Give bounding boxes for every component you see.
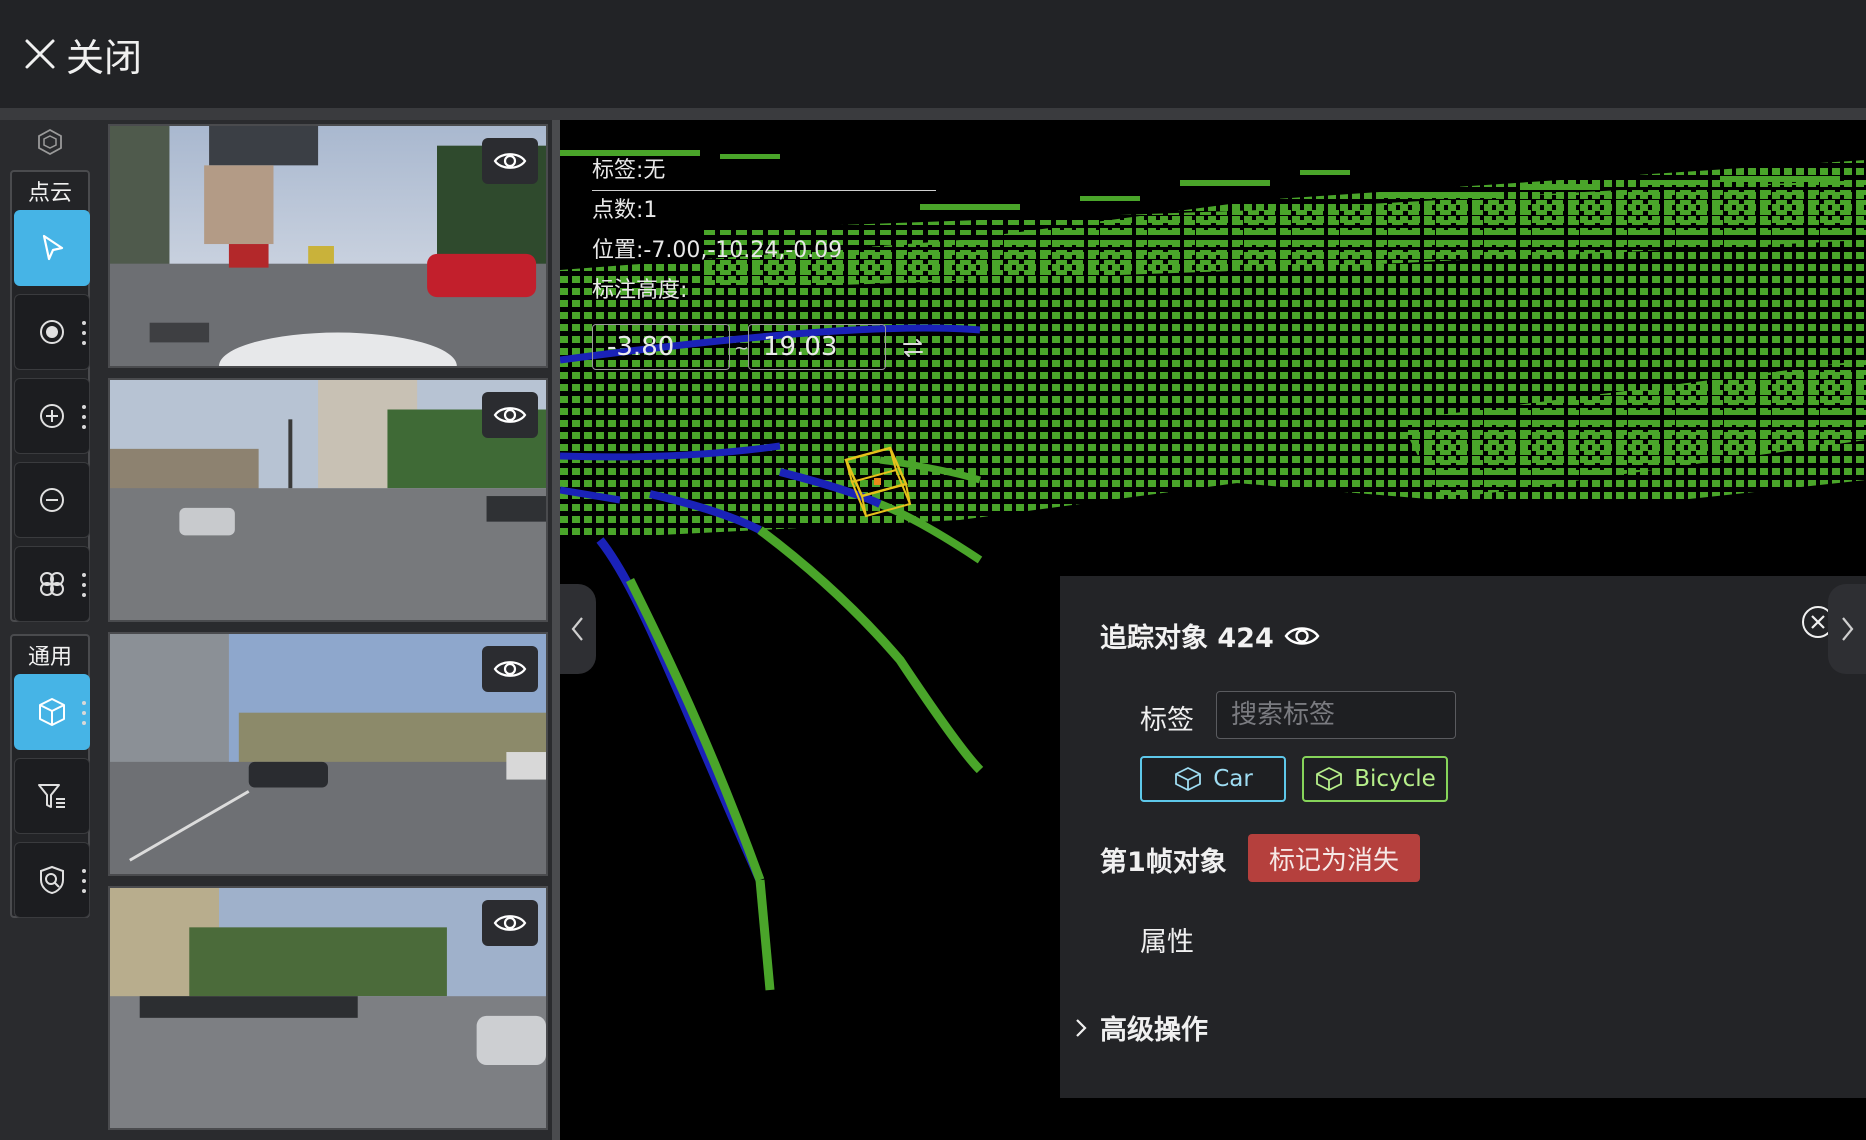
advanced-operations-toggle[interactable]: 高级操作 <box>1072 1008 1208 1047</box>
height-max-input[interactable] <box>748 324 886 370</box>
collapse-camera-panel-button[interactable] <box>560 584 596 674</box>
top-bar: 关闭 <box>0 0 1866 108</box>
tag-car-button[interactable]: Car <box>1140 756 1286 802</box>
camera-view-2[interactable] <box>108 378 548 622</box>
security-tool-button[interactable] <box>14 842 90 918</box>
more-options-icon[interactable] <box>82 701 86 725</box>
tag-info-label: 标签: <box>592 158 644 183</box>
tag-car-label: Car <box>1213 766 1253 792</box>
close-icon <box>25 39 55 69</box>
cube-logo-icon <box>38 128 62 156</box>
more-options-icon[interactable] <box>82 869 86 893</box>
position-info-label: 位置: <box>592 238 644 263</box>
tag-info-value: 无 <box>643 158 666 183</box>
pointcloud-group-title: 点云 <box>27 181 72 206</box>
eye-icon <box>493 661 527 677</box>
camera-image-parked-cars <box>110 888 546 1128</box>
general-group-title: 通用 <box>27 645 72 670</box>
points-info-value: 1 <box>643 198 658 223</box>
target-point-icon <box>40 320 64 344</box>
plus-circle-icon <box>40 404 64 428</box>
more-options-icon[interactable] <box>82 405 86 429</box>
points-info: 点数:1 <box>592 192 657 224</box>
tracking-object-panel: 追踪对象 424 标签 Car Bicycle 第1帧对象 标记为消失 属性 高… <box>1060 576 1866 1098</box>
left-toolbar: 点云 通用 <box>0 120 100 1140</box>
eye-icon <box>493 407 527 423</box>
camera-view-1[interactable] <box>108 124 548 368</box>
eye-icon[interactable] <box>1284 624 1320 648</box>
close-button[interactable]: 关闭 <box>24 27 142 82</box>
camera-view-4[interactable] <box>108 886 548 1130</box>
shield-search-icon <box>40 865 64 895</box>
pointcloud-tool-group: 点云 <box>10 170 90 622</box>
eye-icon <box>493 153 527 169</box>
tracking-object-title: 追踪对象 424 <box>1100 616 1320 655</box>
header-divider <box>0 108 1866 120</box>
attributes-label: 属性 <box>1140 927 1194 958</box>
eye-icon <box>493 915 527 931</box>
height-info-label: 标注高度: <box>592 278 688 303</box>
camera-4-visibility-toggle[interactable] <box>482 900 538 946</box>
range-separator: ~ <box>734 338 750 359</box>
more-options-icon[interactable] <box>82 321 86 345</box>
tag-bicycle-button[interactable]: Bicycle <box>1302 756 1448 802</box>
camera-image-side-street <box>110 634 546 874</box>
chevron-right-icon <box>1842 617 1854 641</box>
swap-icon[interactable] <box>900 336 926 360</box>
height-min-input[interactable] <box>592 324 730 370</box>
tag-info: 标签:无 <box>592 152 665 184</box>
chevron-left-icon <box>571 617 583 641</box>
minus-circle-icon <box>40 488 64 512</box>
close-label: 关闭 <box>66 35 143 80</box>
chevron-right-icon <box>1076 1018 1087 1037</box>
camera-view-3[interactable] <box>108 632 548 876</box>
camera-2-visibility-toggle[interactable] <box>482 392 538 438</box>
cube-icon <box>39 698 65 726</box>
position-info-value: -7.00,-10.24,-0.09 <box>643 238 843 263</box>
smart-tool-button[interactable] <box>14 546 90 622</box>
position-info: 位置:-7.00,-10.24,-0.09 <box>592 232 842 264</box>
collapse-object-panel-button[interactable] <box>1828 584 1866 674</box>
tag-label: 标签 <box>1140 705 1194 736</box>
frame-object-label: 第1帧对象 <box>1100 847 1227 878</box>
camera-1-visibility-toggle[interactable] <box>482 138 538 184</box>
select-tool-button[interactable] <box>14 210 90 286</box>
camera-panel-divider[interactable] <box>552 120 560 1140</box>
add-point-tool-button[interactable] <box>14 378 90 454</box>
cuboid-tool-button[interactable] <box>14 674 90 750</box>
cube-icon <box>1175 767 1202 791</box>
info-divider <box>592 190 936 191</box>
camera-image-street-front <box>110 126 546 366</box>
tag-search-input[interactable] <box>1216 691 1456 739</box>
general-tool-group: 通用 <box>10 634 90 918</box>
advanced-operations-label: 高级操作 <box>1100 1015 1208 1046</box>
camera-image-intersection <box>110 380 546 620</box>
ai-brain-icon <box>40 572 64 596</box>
more-options-icon[interactable] <box>82 573 86 597</box>
remove-point-tool-button[interactable] <box>14 462 90 538</box>
point-tool-button[interactable] <box>14 294 90 370</box>
filter-tool-button[interactable] <box>14 758 90 834</box>
camera-3-visibility-toggle[interactable] <box>482 646 538 692</box>
mark-vanish-button[interactable]: 标记为消失 <box>1248 834 1420 882</box>
filter-list-icon <box>38 784 65 808</box>
tracking-object-title-text: 追踪对象 424 <box>1100 623 1274 654</box>
camera-panel <box>100 120 560 1140</box>
cube-icon <box>1316 767 1343 791</box>
points-info-label: 点数: <box>592 198 644 223</box>
pointer-arrow-icon <box>42 234 64 261</box>
tag-bicycle-label: Bicycle <box>1354 766 1436 792</box>
